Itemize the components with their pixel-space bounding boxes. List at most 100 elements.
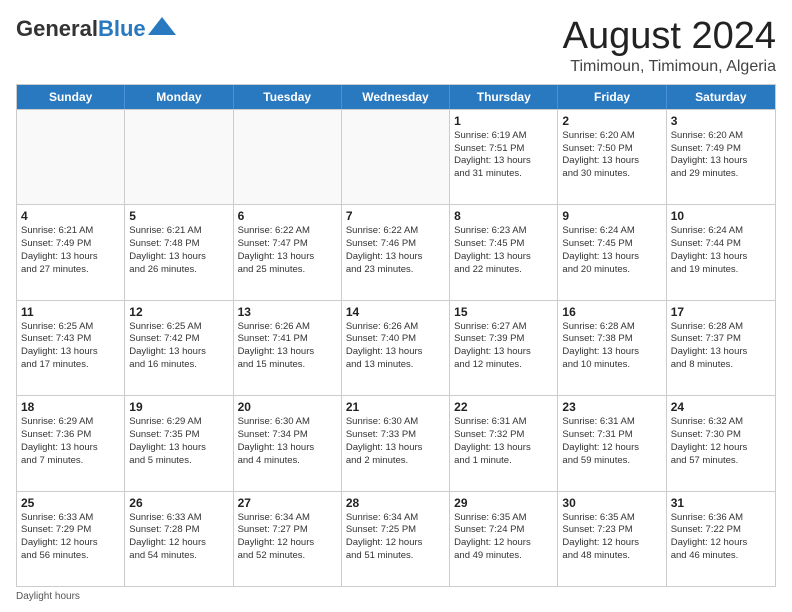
cell-info-line: Sunset: 7:47 PM xyxy=(238,238,337,251)
cal-cell-4-3: 20Sunrise: 6:30 AMSunset: 7:34 PMDayligh… xyxy=(234,396,342,490)
cell-info-line: and 20 minutes. xyxy=(562,264,661,277)
cell-info-line: Sunrise: 6:25 AM xyxy=(21,321,120,334)
cal-cell-1-5: 1Sunrise: 6:19 AMSunset: 7:51 PMDaylight… xyxy=(450,110,558,204)
cal-cell-3-7: 17Sunrise: 6:28 AMSunset: 7:37 PMDayligh… xyxy=(667,301,775,395)
cell-info-line: Sunset: 7:38 PM xyxy=(562,333,661,346)
cell-info-line: and 54 minutes. xyxy=(129,550,228,563)
logo: General Blue xyxy=(16,16,176,42)
day-number: 3 xyxy=(671,114,771,128)
cell-info-line: Sunrise: 6:25 AM xyxy=(129,321,228,334)
cell-info-line: Sunset: 7:44 PM xyxy=(671,238,771,251)
cal-header-thursday: Thursday xyxy=(450,85,558,109)
cell-info-line: Sunset: 7:33 PM xyxy=(346,429,445,442)
cell-info-line: Sunset: 7:48 PM xyxy=(129,238,228,251)
cal-cell-4-6: 23Sunrise: 6:31 AMSunset: 7:31 PMDayligh… xyxy=(558,396,666,490)
cell-info-line: and 8 minutes. xyxy=(671,359,771,372)
cell-info-line: Sunset: 7:45 PM xyxy=(454,238,553,251)
cal-header-friday: Friday xyxy=(558,85,666,109)
cal-cell-2-4: 7Sunrise: 6:22 AMSunset: 7:46 PMDaylight… xyxy=(342,205,450,299)
cell-info-line: Daylight: 12 hours xyxy=(562,537,661,550)
cal-cell-5-5: 29Sunrise: 6:35 AMSunset: 7:24 PMDayligh… xyxy=(450,492,558,586)
day-number: 22 xyxy=(454,400,553,414)
day-number: 30 xyxy=(562,496,661,510)
cell-info-line: Sunset: 7:46 PM xyxy=(346,238,445,251)
logo-general: General xyxy=(16,16,98,42)
cell-info-line: Sunrise: 6:19 AM xyxy=(454,130,553,143)
cell-info-line: Sunrise: 6:24 AM xyxy=(562,225,661,238)
day-number: 16 xyxy=(562,305,661,319)
cell-info-line: Sunset: 7:45 PM xyxy=(562,238,661,251)
cal-cell-5-6: 30Sunrise: 6:35 AMSunset: 7:23 PMDayligh… xyxy=(558,492,666,586)
cell-info-line: Daylight: 13 hours xyxy=(346,346,445,359)
day-number: 26 xyxy=(129,496,228,510)
cell-info-line: Sunrise: 6:28 AM xyxy=(671,321,771,334)
cell-info-line: Daylight: 12 hours xyxy=(346,537,445,550)
cell-info-line: and 48 minutes. xyxy=(562,550,661,563)
cal-cell-1-6: 2Sunrise: 6:20 AMSunset: 7:50 PMDaylight… xyxy=(558,110,666,204)
cell-info-line: Sunrise: 6:32 AM xyxy=(671,416,771,429)
cell-info-line: and 19 minutes. xyxy=(671,264,771,277)
cell-info-line: Daylight: 13 hours xyxy=(21,251,120,264)
cell-info-line: Daylight: 13 hours xyxy=(454,155,553,168)
cal-header-tuesday: Tuesday xyxy=(234,85,342,109)
cal-header-sunday: Sunday xyxy=(17,85,125,109)
cal-header-saturday: Saturday xyxy=(667,85,775,109)
cal-cell-5-7: 31Sunrise: 6:36 AMSunset: 7:22 PMDayligh… xyxy=(667,492,775,586)
cell-info-line: and 23 minutes. xyxy=(346,264,445,277)
cell-info-line: Sunrise: 6:22 AM xyxy=(346,225,445,238)
cal-header-wednesday: Wednesday xyxy=(342,85,450,109)
cell-info-line: Sunset: 7:50 PM xyxy=(562,143,661,156)
day-number: 5 xyxy=(129,209,228,223)
cal-week-5: 25Sunrise: 6:33 AMSunset: 7:29 PMDayligh… xyxy=(17,491,775,586)
day-number: 31 xyxy=(671,496,771,510)
logo-blue: Blue xyxy=(98,16,146,42)
cell-info-line: Sunset: 7:27 PM xyxy=(238,524,337,537)
cell-info-line: Sunrise: 6:30 AM xyxy=(238,416,337,429)
header: General Blue August 2024 Timimoun, Timim… xyxy=(16,16,776,76)
cal-cell-2-5: 8Sunrise: 6:23 AMSunset: 7:45 PMDaylight… xyxy=(450,205,558,299)
cal-cell-2-1: 4Sunrise: 6:21 AMSunset: 7:49 PMDaylight… xyxy=(17,205,125,299)
cell-info-line: Sunrise: 6:31 AM xyxy=(454,416,553,429)
cal-cell-2-2: 5Sunrise: 6:21 AMSunset: 7:48 PMDaylight… xyxy=(125,205,233,299)
cell-info-line: Sunrise: 6:29 AM xyxy=(129,416,228,429)
cal-cell-2-7: 10Sunrise: 6:24 AMSunset: 7:44 PMDayligh… xyxy=(667,205,775,299)
cell-info-line: and 52 minutes. xyxy=(238,550,337,563)
cell-info-line: and 31 minutes. xyxy=(454,168,553,181)
cell-info-line: and 16 minutes. xyxy=(129,359,228,372)
day-number: 14 xyxy=(346,305,445,319)
cell-info-line: Sunset: 7:37 PM xyxy=(671,333,771,346)
cell-info-line: Daylight: 13 hours xyxy=(671,346,771,359)
cell-info-line: Sunset: 7:24 PM xyxy=(454,524,553,537)
cal-week-3: 11Sunrise: 6:25 AMSunset: 7:43 PMDayligh… xyxy=(17,300,775,395)
cell-info-line: Sunrise: 6:26 AM xyxy=(346,321,445,334)
cell-info-line: and 7 minutes. xyxy=(21,455,120,468)
cell-info-line: Sunrise: 6:23 AM xyxy=(454,225,553,238)
page: General Blue August 2024 Timimoun, Timim… xyxy=(0,0,792,612)
day-number: 2 xyxy=(562,114,661,128)
cell-info-line: and 22 minutes. xyxy=(454,264,553,277)
cell-info-line: and 51 minutes. xyxy=(346,550,445,563)
cal-cell-1-3 xyxy=(234,110,342,204)
day-number: 21 xyxy=(346,400,445,414)
day-number: 19 xyxy=(129,400,228,414)
cell-info-line: and 49 minutes. xyxy=(454,550,553,563)
page-title: August 2024 xyxy=(563,16,776,58)
cell-info-line: Daylight: 13 hours xyxy=(454,346,553,359)
cell-info-line: and 30 minutes. xyxy=(562,168,661,181)
cell-info-line: Sunrise: 6:34 AM xyxy=(346,512,445,525)
cell-info-line: and 13 minutes. xyxy=(346,359,445,372)
calendar: SundayMondayTuesdayWednesdayThursdayFrid… xyxy=(16,84,776,587)
cell-info-line: and 26 minutes. xyxy=(129,264,228,277)
cell-info-line: Sunrise: 6:24 AM xyxy=(671,225,771,238)
cal-cell-3-3: 13Sunrise: 6:26 AMSunset: 7:41 PMDayligh… xyxy=(234,301,342,395)
day-number: 18 xyxy=(21,400,120,414)
cell-info-line: Daylight: 12 hours xyxy=(562,442,661,455)
cal-cell-4-1: 18Sunrise: 6:29 AMSunset: 7:36 PMDayligh… xyxy=(17,396,125,490)
cell-info-line: Sunset: 7:41 PM xyxy=(238,333,337,346)
cal-cell-5-4: 28Sunrise: 6:34 AMSunset: 7:25 PMDayligh… xyxy=(342,492,450,586)
title-block: August 2024 Timimoun, Timimoun, Algeria xyxy=(563,16,776,76)
cell-info-line: and 15 minutes. xyxy=(238,359,337,372)
cell-info-line: and 46 minutes. xyxy=(671,550,771,563)
cal-cell-3-2: 12Sunrise: 6:25 AMSunset: 7:42 PMDayligh… xyxy=(125,301,233,395)
calendar-body: 1Sunrise: 6:19 AMSunset: 7:51 PMDaylight… xyxy=(17,109,775,586)
